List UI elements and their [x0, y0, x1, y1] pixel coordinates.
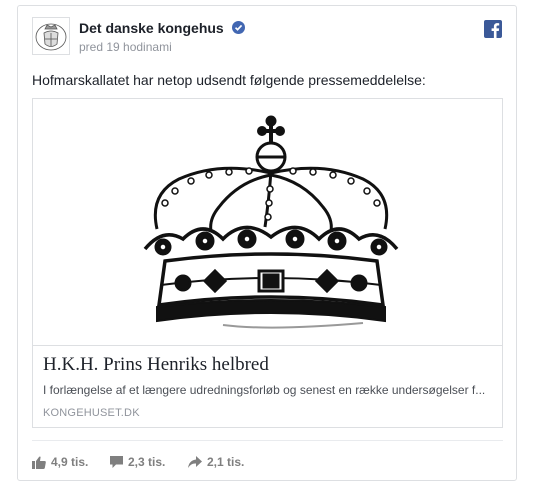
crown-icon — [143, 115, 399, 329]
verified-badge-icon — [231, 21, 245, 34]
comment-bubble-icon — [110, 456, 123, 468]
page-avatar[interactable] — [32, 17, 70, 55]
thumbs-up-icon — [32, 456, 46, 469]
link-preview[interactable]: H.K.H. Prins Henriks helbred I forlængel… — [32, 98, 503, 428]
page-name[interactable]: Det danske kongehus — [79, 20, 245, 36]
post-text: Hofmarskallatet har netop udsendt følgen… — [32, 72, 426, 88]
facebook-icon[interactable] — [484, 20, 502, 38]
comments-count-text: 2,3 tis. — [128, 455, 166, 469]
shares-count[interactable]: 2,1 tis. — [188, 455, 244, 469]
link-description: I forlængelse af et længere udredningsfo… — [43, 383, 486, 397]
post-timestamp[interactable]: pred 19 hodinami — [79, 40, 172, 54]
link-domain: KONGEHUSET.DK — [43, 407, 140, 419]
likes-count[interactable]: 4,9 tis. — [32, 455, 88, 469]
royal-coat-of-arms-icon — [35, 23, 67, 51]
link-preview-image[interactable] — [33, 99, 502, 346]
page-name-text[interactable]: Det danske kongehus — [79, 20, 224, 36]
link-title[interactable]: H.K.H. Prins Henriks helbred — [43, 354, 269, 376]
likes-count-text: 4,9 tis. — [51, 455, 89, 469]
comments-count[interactable]: 2,3 tis. — [110, 455, 165, 469]
shares-count-text: 2,1 tis. — [207, 455, 245, 469]
post-card: Det danske kongehus pred 19 hodinami Hof… — [17, 5, 517, 481]
divider — [32, 440, 503, 441]
share-arrow-icon — [188, 456, 202, 468]
